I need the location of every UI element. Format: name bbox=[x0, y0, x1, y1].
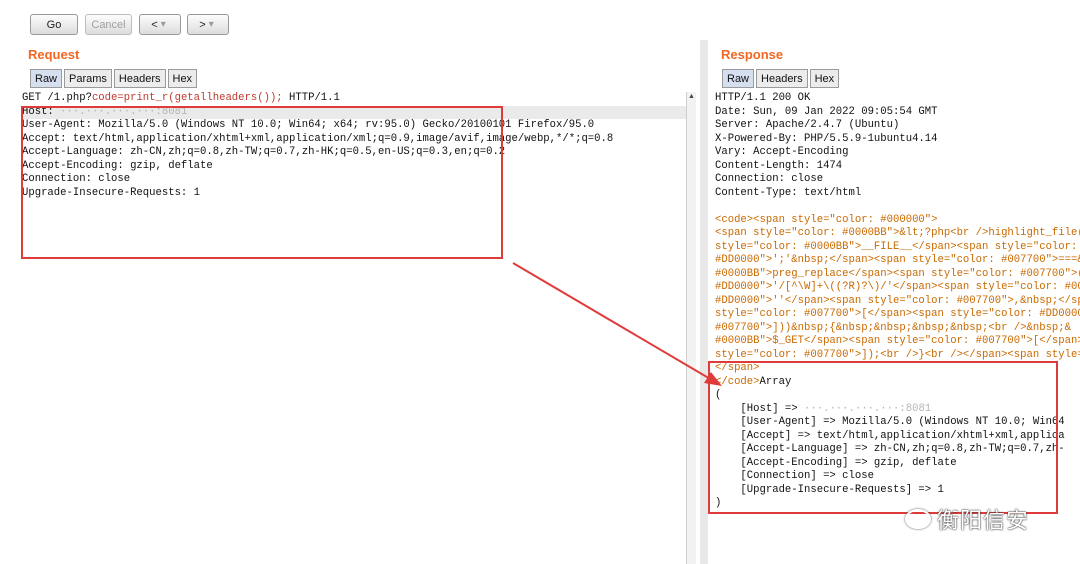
annotation-arrow bbox=[512, 262, 722, 386]
annotation-arrow-head bbox=[704, 372, 722, 386]
annotation-arrow-line bbox=[512, 262, 713, 381]
watermark: 衡阳信安 bbox=[905, 503, 1029, 535]
wechat-icon bbox=[905, 509, 931, 529]
watermark-text: 衡阳信安 bbox=[937, 508, 1030, 533]
